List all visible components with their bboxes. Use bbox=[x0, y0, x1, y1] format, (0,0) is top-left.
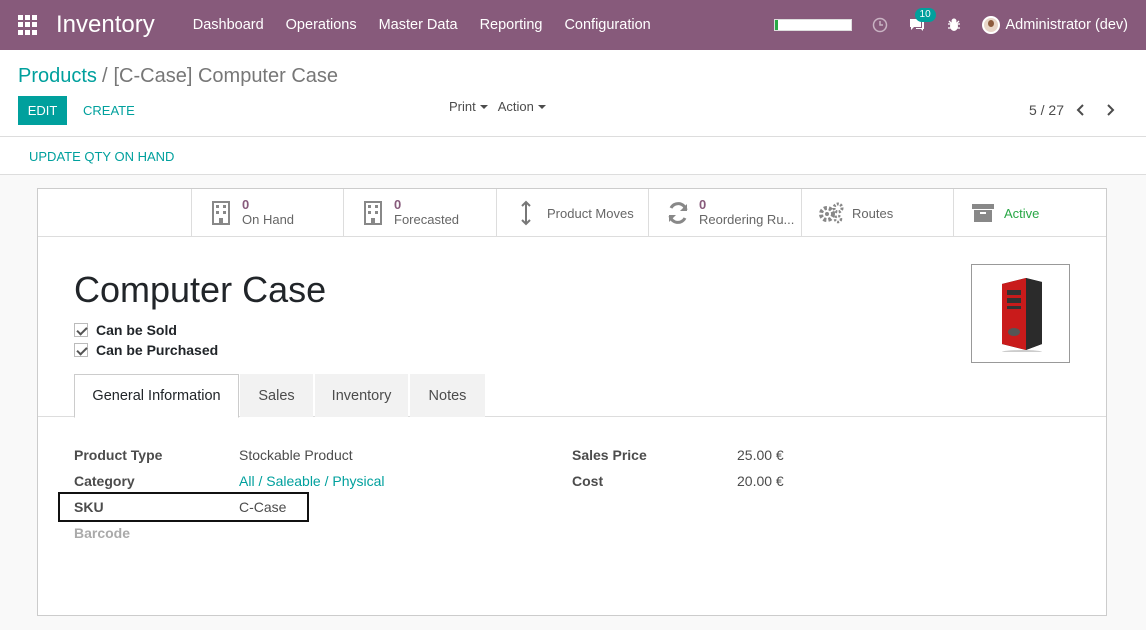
menu-master-data[interactable]: Master Data bbox=[379, 17, 458, 33]
on-hand-value: 0 bbox=[242, 197, 250, 212]
can-be-sold-row: Can be Sold bbox=[74, 322, 177, 338]
apps-menu-icon[interactable] bbox=[18, 15, 38, 35]
menu-dashboard[interactable]: Dashboard bbox=[193, 17, 264, 33]
can-be-purchased-checkbox[interactable] bbox=[74, 343, 88, 357]
barcode-label: Barcode bbox=[74, 525, 131, 541]
pager-value[interactable]: 5 / 27 bbox=[1029, 102, 1064, 118]
clock-icon[interactable] bbox=[872, 17, 888, 33]
smart-buttons: 0 On Hand 0 Forecasted Product Moves 0 Reor… bbox=[38, 189, 1106, 237]
can-be-sold-checkbox[interactable] bbox=[74, 323, 88, 337]
sales-price-label: Sales Price bbox=[572, 447, 647, 463]
print-dropdown[interactable]: Print bbox=[449, 99, 488, 114]
breadcrumb-products[interactable]: Products bbox=[18, 65, 97, 87]
tab-notes[interactable]: Notes bbox=[410, 374, 485, 417]
breadcrumb: Products / [C-Case] Computer Case bbox=[18, 65, 338, 88]
archive-icon bbox=[970, 203, 996, 223]
building-icon bbox=[360, 201, 386, 225]
can-be-purchased-row: Can be Purchased bbox=[74, 342, 218, 358]
product-moves-button[interactable]: Product Moves bbox=[496, 189, 649, 237]
breadcrumb-separator: / bbox=[101, 65, 108, 87]
cogs-icon bbox=[818, 202, 844, 224]
control-panel: Products / [C-Case] Computer Case EDIT CRE… bbox=[0, 50, 1146, 137]
messages-badge: 10 bbox=[914, 8, 936, 22]
forecasted-button[interactable]: 0 Forecasted bbox=[343, 189, 496, 237]
routes-button[interactable]: Routes bbox=[801, 189, 954, 237]
can-be-sold-label: Can be Sold bbox=[96, 322, 177, 338]
computer-case-image bbox=[1001, 277, 1042, 352]
sku-value[interactable]: C-Case bbox=[239, 499, 286, 515]
routes-label: Routes bbox=[852, 205, 894, 221]
messages-icon[interactable]: 10 bbox=[908, 8, 936, 33]
tab-sales[interactable]: Sales bbox=[240, 374, 313, 417]
reordering-label: Reordering Ru... bbox=[699, 212, 795, 227]
breadcrumb-current: [C-Case] Computer Case bbox=[113, 65, 339, 87]
reordering-rules-button[interactable]: 0 Reordering Ru... bbox=[648, 189, 801, 237]
forecasted-label: Forecasted bbox=[394, 212, 460, 227]
progress-fill bbox=[774, 20, 779, 30]
product-moves-label: Product Moves bbox=[547, 205, 634, 221]
tab-inventory[interactable]: Inventory bbox=[315, 374, 408, 417]
product-name[interactable]: Computer Case bbox=[74, 269, 326, 311]
refresh-icon bbox=[665, 202, 691, 224]
cost-label: Cost bbox=[572, 473, 604, 489]
action-label: Action bbox=[497, 99, 534, 114]
top-navbar: Inventory Dashboard Operations Master Da… bbox=[0, 0, 1146, 50]
can-be-purchased-label: Can be Purchased bbox=[96, 342, 219, 358]
form-sheet: 0 On Hand 0 Forecasted Product Moves 0 Reor… bbox=[37, 188, 1107, 616]
user-name: Administrator (dev) bbox=[1005, 17, 1128, 33]
on-hand-button[interactable]: 0 On Hand bbox=[191, 189, 344, 237]
create-button[interactable]: CREATE bbox=[83, 103, 135, 118]
active-toggle-button[interactable]: Active bbox=[953, 189, 1106, 237]
active-label: Active bbox=[1004, 205, 1040, 221]
category-value[interactable]: All / Saleable / Physical bbox=[239, 473, 385, 489]
arrows-vertical-icon bbox=[513, 200, 539, 226]
tab-general-information[interactable]: General Information bbox=[74, 374, 239, 418]
reordering-value: 0 bbox=[699, 197, 707, 212]
building-icon bbox=[208, 201, 234, 225]
forecasted-value: 0 bbox=[394, 197, 402, 212]
menu-operations[interactable]: Operations bbox=[286, 17, 357, 33]
update-qty-button[interactable]: UPDATE QTY ON HAND bbox=[29, 149, 174, 164]
menu-reporting[interactable]: Reporting bbox=[480, 17, 543, 33]
notebook-tabs: General Information Sales Inventory Note… bbox=[38, 374, 1106, 418]
product-type-value[interactable]: Stockable Product bbox=[239, 447, 353, 463]
main-menu: Dashboard Operations Master Data Reporti… bbox=[193, 17, 673, 33]
menu-configuration[interactable]: Configuration bbox=[564, 17, 650, 33]
pager-next-icon[interactable] bbox=[1102, 101, 1118, 119]
bug-icon[interactable] bbox=[946, 17, 962, 33]
app-name: Inventory bbox=[56, 11, 155, 38]
form-statusbar: UPDATE QTY ON HAND bbox=[0, 137, 1146, 175]
sku-label: SKU bbox=[74, 499, 104, 515]
caret-down-icon bbox=[537, 104, 546, 109]
print-label: Print bbox=[449, 99, 476, 114]
user-menu[interactable]: Administrator (dev) bbox=[981, 16, 1128, 34]
category-label: Category bbox=[74, 473, 135, 489]
progress-bar bbox=[773, 19, 852, 31]
edit-button[interactable]: EDIT bbox=[18, 96, 67, 125]
product-image[interactable] bbox=[971, 264, 1070, 363]
cost-value[interactable]: 20.00 € bbox=[737, 473, 784, 489]
pager-previous-icon[interactable] bbox=[1073, 101, 1089, 119]
avatar bbox=[981, 16, 1000, 34]
action-dropdown[interactable]: Action bbox=[498, 99, 546, 114]
sales-price-value[interactable]: 25.00 € bbox=[737, 447, 784, 463]
on-hand-label: On Hand bbox=[242, 212, 295, 227]
product-type-label: Product Type bbox=[74, 447, 163, 463]
caret-down-icon bbox=[479, 104, 488, 109]
